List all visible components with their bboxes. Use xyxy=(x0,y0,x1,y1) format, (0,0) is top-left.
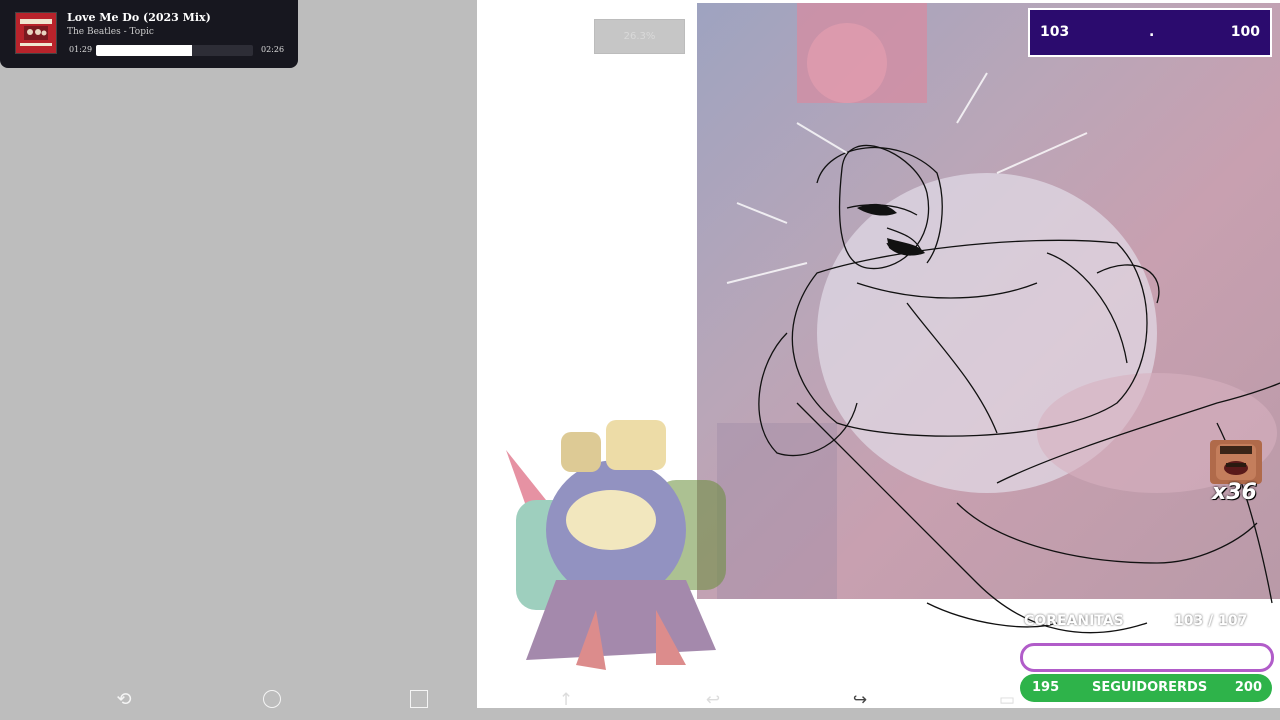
follower-target: 200 xyxy=(1234,680,1262,695)
home-icon[interactable] xyxy=(263,690,281,708)
goal-count: 103 / 107 xyxy=(1174,613,1248,629)
undo-icon[interactable]: ↩ xyxy=(703,690,723,710)
square-icon[interactable] xyxy=(410,690,428,708)
recent-apps-icon[interactable]: ⟲ xyxy=(113,688,135,710)
follower-label: SEGUIDORERDS xyxy=(1092,680,1208,695)
redo-icon[interactable]: ↪ xyxy=(850,690,870,710)
track-progress-fill xyxy=(96,45,192,56)
layers-icon[interactable]: ▭ xyxy=(997,690,1017,710)
track-title: Love Me Do (2023 Mix) xyxy=(67,11,211,24)
score-separator: . xyxy=(1149,24,1155,40)
character-reference xyxy=(506,420,726,670)
zoom-indicator: 26.3% xyxy=(594,19,685,54)
emote-count: x36 xyxy=(1212,480,1257,505)
track-progress-bar[interactable] xyxy=(96,45,253,56)
follower-goal-bar: 195 SEGUIDORERDS 200 xyxy=(1020,674,1272,702)
follower-current: 195 xyxy=(1032,680,1060,695)
score-left: 103 xyxy=(1040,24,1070,40)
goal-label: COREANITAS xyxy=(1024,613,1124,629)
track-artist: The Beatles - Topic xyxy=(67,27,154,37)
line-sketch xyxy=(726,72,1280,634)
score-right: 100 xyxy=(1230,24,1260,40)
goal-progress-bar xyxy=(1020,643,1274,672)
album-art xyxy=(15,12,57,54)
track-duration: 02:26 xyxy=(261,45,285,54)
emote-face-icon xyxy=(1210,440,1262,484)
arrow-up-icon[interactable]: ↑ xyxy=(556,690,576,710)
music-widget[interactable]: Love Me Do (2023 Mix) The Beatles - Topi… xyxy=(0,0,298,68)
screen: Love Me Do (2023 Mix) The Beatles - Topi… xyxy=(0,0,1280,720)
elapsed-time: 01:29 xyxy=(69,45,93,54)
score-box: 103 . 100 xyxy=(1028,8,1272,57)
